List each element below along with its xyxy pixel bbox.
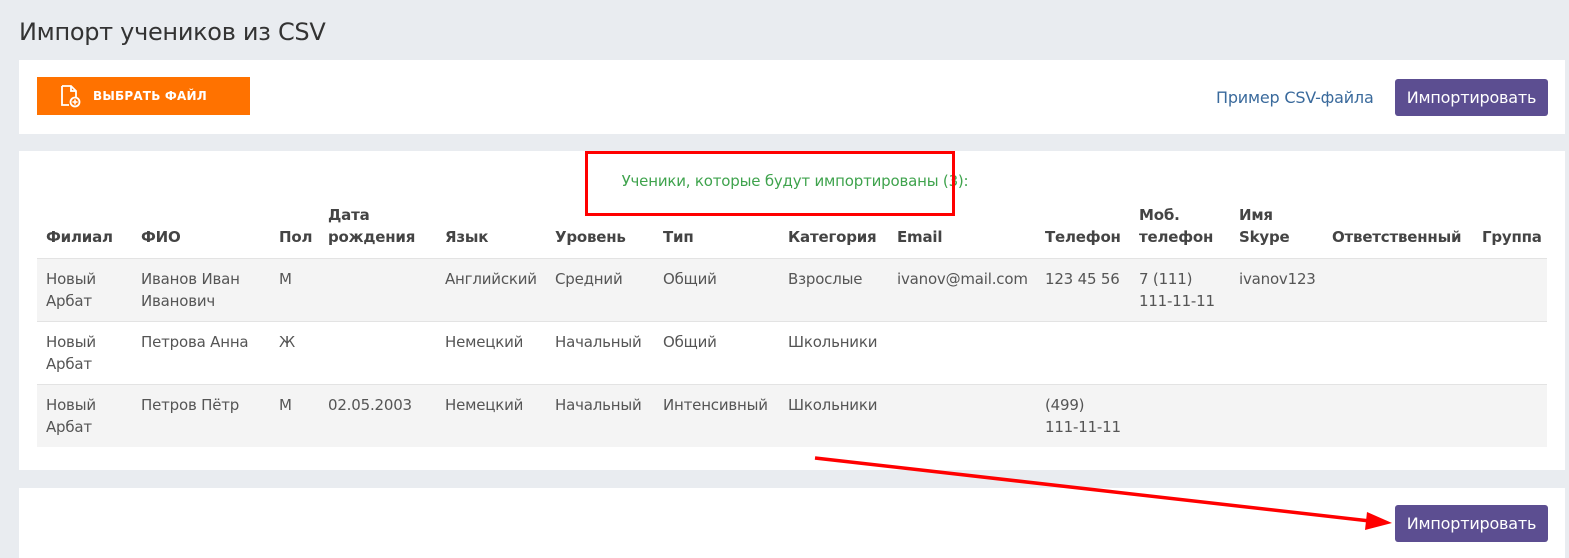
choose-file-label: ВЫБРАТЬ ФАЙЛ [93,89,207,103]
table-header-row: Филиал ФИО Пол Дата рождения Язык Уровень Тип К… [37,204,1547,259]
column-header: Группа [1482,228,1542,246]
table-cell [1130,322,1230,385]
column-header: Язык [445,228,489,246]
table-row: Новый Арбат Иванов Иван Иванович М Английск… [37,258,1547,322]
table-cell: М [279,396,292,414]
import-button-bottom[interactable]: Импортировать [1395,505,1548,542]
table-cell: Средний [555,270,623,288]
table-cell: Школьники [788,333,878,351]
table-cell: Английский [445,270,537,288]
table-cell: ivanov123 [1239,270,1316,288]
column-header: Дата рождения [328,206,416,246]
table-cell: Общий [663,333,717,351]
column-header: Телефон [1045,228,1121,246]
table-cell [1130,385,1230,448]
table-cell: 02.05.2003 [328,396,412,414]
column-header: Имя Skype [1239,206,1290,246]
column-header: Пол [279,228,313,246]
table-cell [1473,385,1547,448]
choose-file-button[interactable]: ВЫБРАТЬ ФАЙЛ [37,77,250,115]
table-cell: (499) 111-11-11 [1045,396,1121,436]
table-cell [1473,322,1547,385]
table-cell: Петрова Анна [141,333,249,351]
table-cell [1230,385,1323,448]
import-count-caption: Ученики, которые будут импортированы (3)… [621,172,969,190]
column-header: Моб. телефон [1139,206,1214,246]
table-cell [319,259,436,322]
table-cell: Школьники [788,396,878,414]
column-header: Ответственный [1332,228,1462,246]
column-header: Филиал [46,228,113,246]
table-cell: 123 45 56 [1045,270,1120,288]
table-cell: Немецкий [445,333,524,351]
table-cell: Новый Арбат [46,396,96,436]
table-cell: Ж [279,333,295,351]
page-title: Импорт учеников из CSV [19,18,326,46]
table-cell [888,322,1036,385]
bottom-action-panel: Импортировать [19,488,1565,558]
toolbar-panel: ВЫБРАТЬ ФАЙЛ Пример CSV-файла Импортиров… [19,60,1565,134]
table-cell: Общий [663,270,717,288]
table-cell: Новый Арбат [46,333,96,373]
table-cell: Петров Пётр [141,396,240,414]
students-preview-table: Филиал ФИО Пол Дата рождения Язык Уровень Тип К… [37,204,1547,447]
table-cell [1323,385,1473,448]
table-cell [1323,259,1473,322]
table-cell: Взрослые [788,270,863,288]
column-header: Email [897,228,943,246]
sample-csv-link[interactable]: Пример CSV-файла [1216,88,1374,107]
column-header: Категория [788,228,877,246]
table-cell [1036,322,1130,385]
preview-panel: Ученики, которые будут импортированы (3)… [19,151,1565,470]
column-header: Тип [663,228,694,246]
table-row: Новый Арбат Петрова Анна Ж Немецкий Начальны… [37,321,1547,385]
import-button-top[interactable]: Импортировать [1395,79,1548,116]
table-cell [888,385,1036,448]
table-cell: Немецкий [445,396,524,414]
column-header: ФИО [141,228,181,246]
table-cell: Иванов Иван Иванович [141,270,240,310]
table-cell [1230,322,1323,385]
table-cell: ivanov@mail.com [897,270,1028,288]
table-cell: Новый Арбат [46,270,96,310]
table-cell [1473,259,1547,322]
table-cell [319,322,436,385]
table-cell: 7 (111) 111-11-11 [1139,270,1215,310]
table-cell: М [279,270,292,288]
table-cell: Интенсивный [663,396,768,414]
table-cell: Начальный [555,333,642,351]
table-cell: Начальный [555,396,642,414]
table-cell [1323,322,1473,385]
table-row: Новый Арбат Петров Пётр М 02.05.2003 Немецки… [37,384,1547,448]
file-add-icon [61,85,81,108]
column-header: Уровень [555,228,626,246]
